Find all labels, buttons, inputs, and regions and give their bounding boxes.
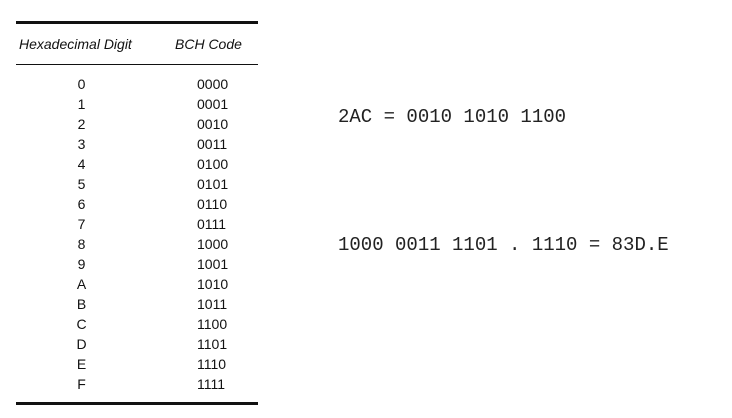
bch-code-cell: 0000 [197, 76, 229, 92]
bch-code-cell: 0011 [197, 136, 228, 152]
table-header-row: Hexadecimal Digit BCH Code [16, 24, 258, 64]
bch-code-cell: 1000 [197, 236, 229, 252]
table-row: F 1111 [16, 374, 258, 394]
bch-code-cell: 1011 [197, 296, 228, 312]
table-row: 6 0110 [16, 194, 258, 214]
bch-code-cell: 0101 [197, 176, 229, 192]
bch-code-cell: 1101 [197, 336, 228, 352]
bch-code-cell: 0111 [197, 216, 227, 232]
bch-code-cell: 1100 [197, 316, 228, 332]
table-row: 8 1000 [16, 234, 258, 254]
table-row: D 1101 [16, 334, 258, 354]
bch-code-cell: 1010 [197, 276, 229, 292]
table-row: 5 0101 [16, 174, 258, 194]
example-binary-to-hex: 1000 0011 1101 . 1110 = 83D.E [338, 234, 669, 256]
bch-code-cell: 1110 [197, 356, 227, 372]
bch-code-cell: 0010 [197, 116, 229, 132]
bch-code-cell: 0110 [197, 196, 228, 212]
table-row: A 1010 [16, 274, 258, 294]
table-row: 2 0010 [16, 114, 258, 134]
bch-code-cell: 0100 [197, 156, 229, 172]
example-hex-to-binary: 2AC = 0010 1010 1100 [338, 106, 567, 128]
table-row: 9 1001 [16, 254, 258, 274]
bch-code-cell: 1111 [197, 376, 226, 392]
table-row: 3 0011 [16, 134, 258, 154]
header-bch-code: BCH Code [175, 36, 242, 52]
header-hex-digit: Hexadecimal Digit [19, 36, 132, 52]
table-body: 0 0000 1 0001 2 0010 3 0011 4 0100 5 0101 6 0110 7 0111… [16, 65, 258, 402]
table-row: 7 0111 [16, 214, 258, 234]
table-row: B 1011 [16, 294, 258, 314]
table-row: 1 0001 [16, 94, 258, 114]
bch-code-cell: 1001 [197, 256, 229, 272]
table-row: 0 0000 [16, 74, 258, 94]
table-bottom-rule [16, 402, 258, 405]
table-row: E 1110 [16, 354, 258, 374]
bch-code-cell: 0001 [197, 96, 229, 112]
table-row: 4 0100 [16, 154, 258, 174]
table-row: C 1100 [16, 314, 258, 334]
hex-bch-table: Hexadecimal Digit BCH Code 0 0000 1 0001 2 00… [16, 21, 258, 405]
